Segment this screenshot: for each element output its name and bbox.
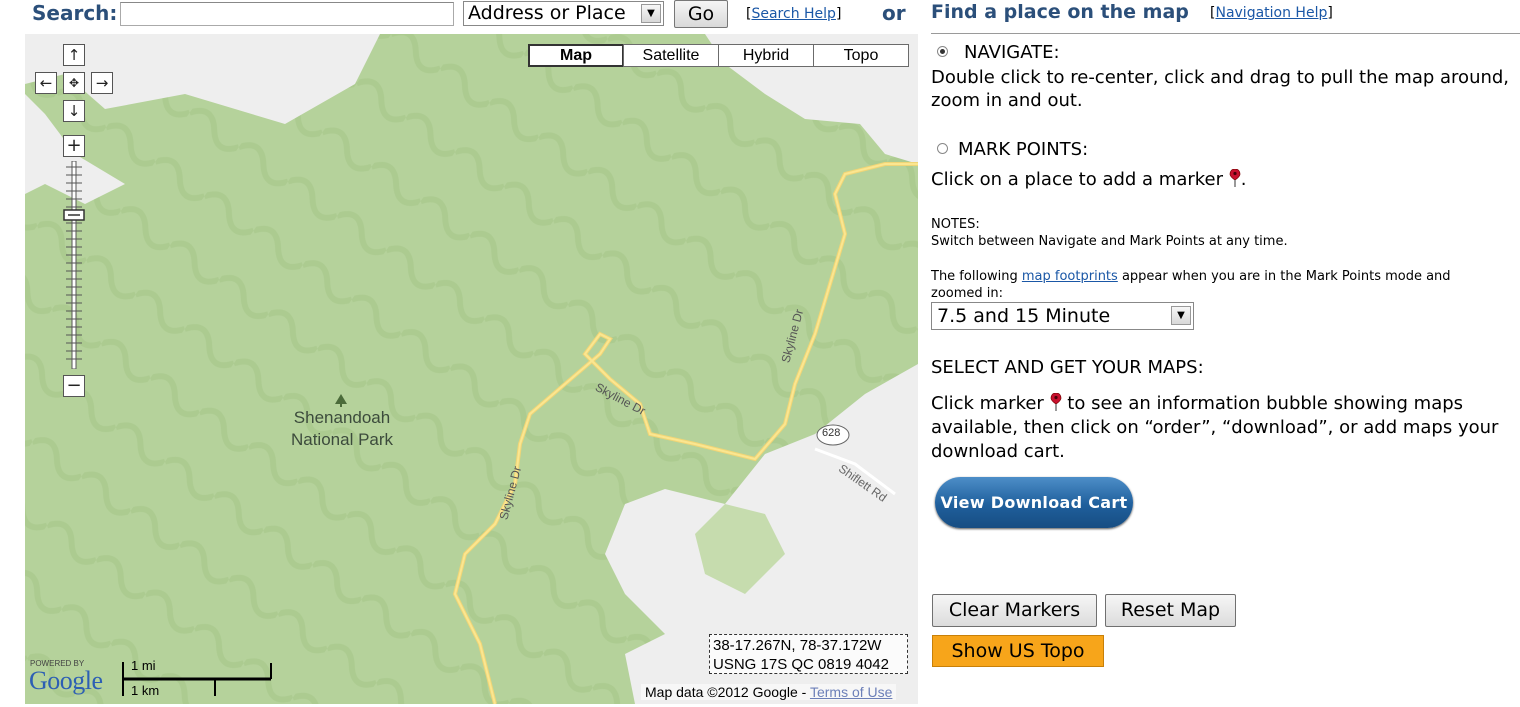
bracket-close: ] <box>835 6 842 22</box>
mark-desc-text: Click on a place to add a marker <box>931 169 1224 190</box>
search-label: Search: <box>32 1 118 25</box>
select-description: Click marker to see an information bubbl… <box>931 392 1520 464</box>
search-help-link[interactable]: Search Help <box>751 6 835 22</box>
footprints-pre: The following <box>931 269 1022 284</box>
zoom-slider-track <box>63 160 85 370</box>
bracket-close: ] <box>1327 5 1333 21</box>
navigate-label: NAVIGATE: <box>964 42 1060 63</box>
map-marker-icon <box>1229 169 1241 187</box>
center-map-icon[interactable]: ✥ <box>63 72 85 94</box>
navigate-radio[interactable] <box>937 46 948 57</box>
dropdown-arrow-icon[interactable]: ▼ <box>641 4 661 23</box>
mark-points-radio[interactable] <box>937 143 948 154</box>
coords-latlon: 38-17.267N, 78-37.172W <box>713 637 882 654</box>
notes-title: NOTES: <box>931 217 980 232</box>
footprints-text: The following map footprints appear when… <box>931 268 1491 302</box>
map-terrain <box>25 34 918 704</box>
route-shield-label: 628 <box>822 427 841 439</box>
mark-points-description: Click on a place to add a marker . <box>931 169 1247 190</box>
pan-right-icon[interactable]: → <box>91 72 113 94</box>
map-footprints-link[interactable]: map footprints <box>1022 269 1118 284</box>
pan-down-icon[interactable]: ↓ <box>63 100 85 122</box>
notes-text: Switch between Navigate and Mark Points … <box>931 234 1288 249</box>
go-button[interactable]: Go <box>674 0 728 28</box>
search-help: [Search Help] <box>746 6 841 22</box>
map-type-topo[interactable]: Topo <box>813 44 909 67</box>
navigation-help: [Navigation Help] <box>1210 5 1333 21</box>
dropdown-arrow-icon[interactable]: ▼ <box>1171 306 1191 325</box>
navigation-help-link[interactable]: Navigation Help <box>1215 5 1327 21</box>
coordinate-readout: 38-17.267N, 78-37.172W USNG 17S QC 0819 … <box>709 634 908 674</box>
zoom-slider[interactable] <box>63 160 85 370</box>
or-label: or <box>882 1 906 25</box>
select-pre: Click marker <box>931 393 1044 414</box>
search-input[interactable] <box>120 2 454 26</box>
pan-left-icon[interactable]: ← <box>35 72 57 94</box>
coords-usng: USNG 17S QC 0819 4042 <box>713 656 889 673</box>
park-label-line1: Shenandoah <box>293 408 391 427</box>
map-type-map[interactable]: Map <box>528 44 624 67</box>
divider <box>931 33 1520 34</box>
footprint-select[interactable]: 7.5 and 15 Minute ▼ <box>931 302 1194 330</box>
panel-title: Find a place on the map <box>931 1 1189 23</box>
map-type-satellite[interactable]: Satellite <box>623 44 719 67</box>
zoom-in-icon[interactable]: + <box>63 135 85 157</box>
select-title: SELECT AND GET YOUR MAPS: <box>931 357 1204 378</box>
terms-of-use-link[interactable]: Terms of Use <box>810 684 892 700</box>
show-us-topo-button[interactable]: Show US Topo <box>932 635 1104 667</box>
map-marker-icon <box>1050 393 1061 411</box>
park-label-line2: National Park <box>290 430 394 449</box>
map-attribution: Map data ©2012 Google - Terms of Use <box>641 684 897 700</box>
reset-map-button[interactable]: Reset Map <box>1105 594 1236 627</box>
pan-up-icon[interactable]: ↑ <box>63 44 85 66</box>
clear-markers-button[interactable]: Clear Markers <box>932 594 1097 627</box>
mark-desc-period: . <box>1240 169 1247 190</box>
map-canvas[interactable]: Shenandoah National Park Skyline Dr Skyl… <box>25 34 918 704</box>
map-type-hybrid[interactable]: Hybrid <box>718 44 814 67</box>
google-logo[interactable]: Google <box>29 666 103 696</box>
navigate-description: Double click to re-center, click and dra… <box>931 67 1510 111</box>
park-label: Shenandoah National Park <box>283 407 401 451</box>
search-type-select[interactable]: Address or Place ▼ <box>463 1 664 26</box>
scale-miles: 1 mi <box>131 658 156 673</box>
scale-km: 1 km <box>131 683 160 698</box>
footprint-select-value: 7.5 and 15 Minute <box>937 305 1111 327</box>
attribution-text: Map data ©2012 Google - <box>645 684 810 700</box>
mark-points-label: MARK POINTS: <box>958 139 1089 160</box>
search-type-value: Address or Place <box>468 2 626 24</box>
zoom-out-icon[interactable]: − <box>63 375 85 397</box>
view-download-cart-button[interactable]: View Download Cart <box>935 477 1133 528</box>
